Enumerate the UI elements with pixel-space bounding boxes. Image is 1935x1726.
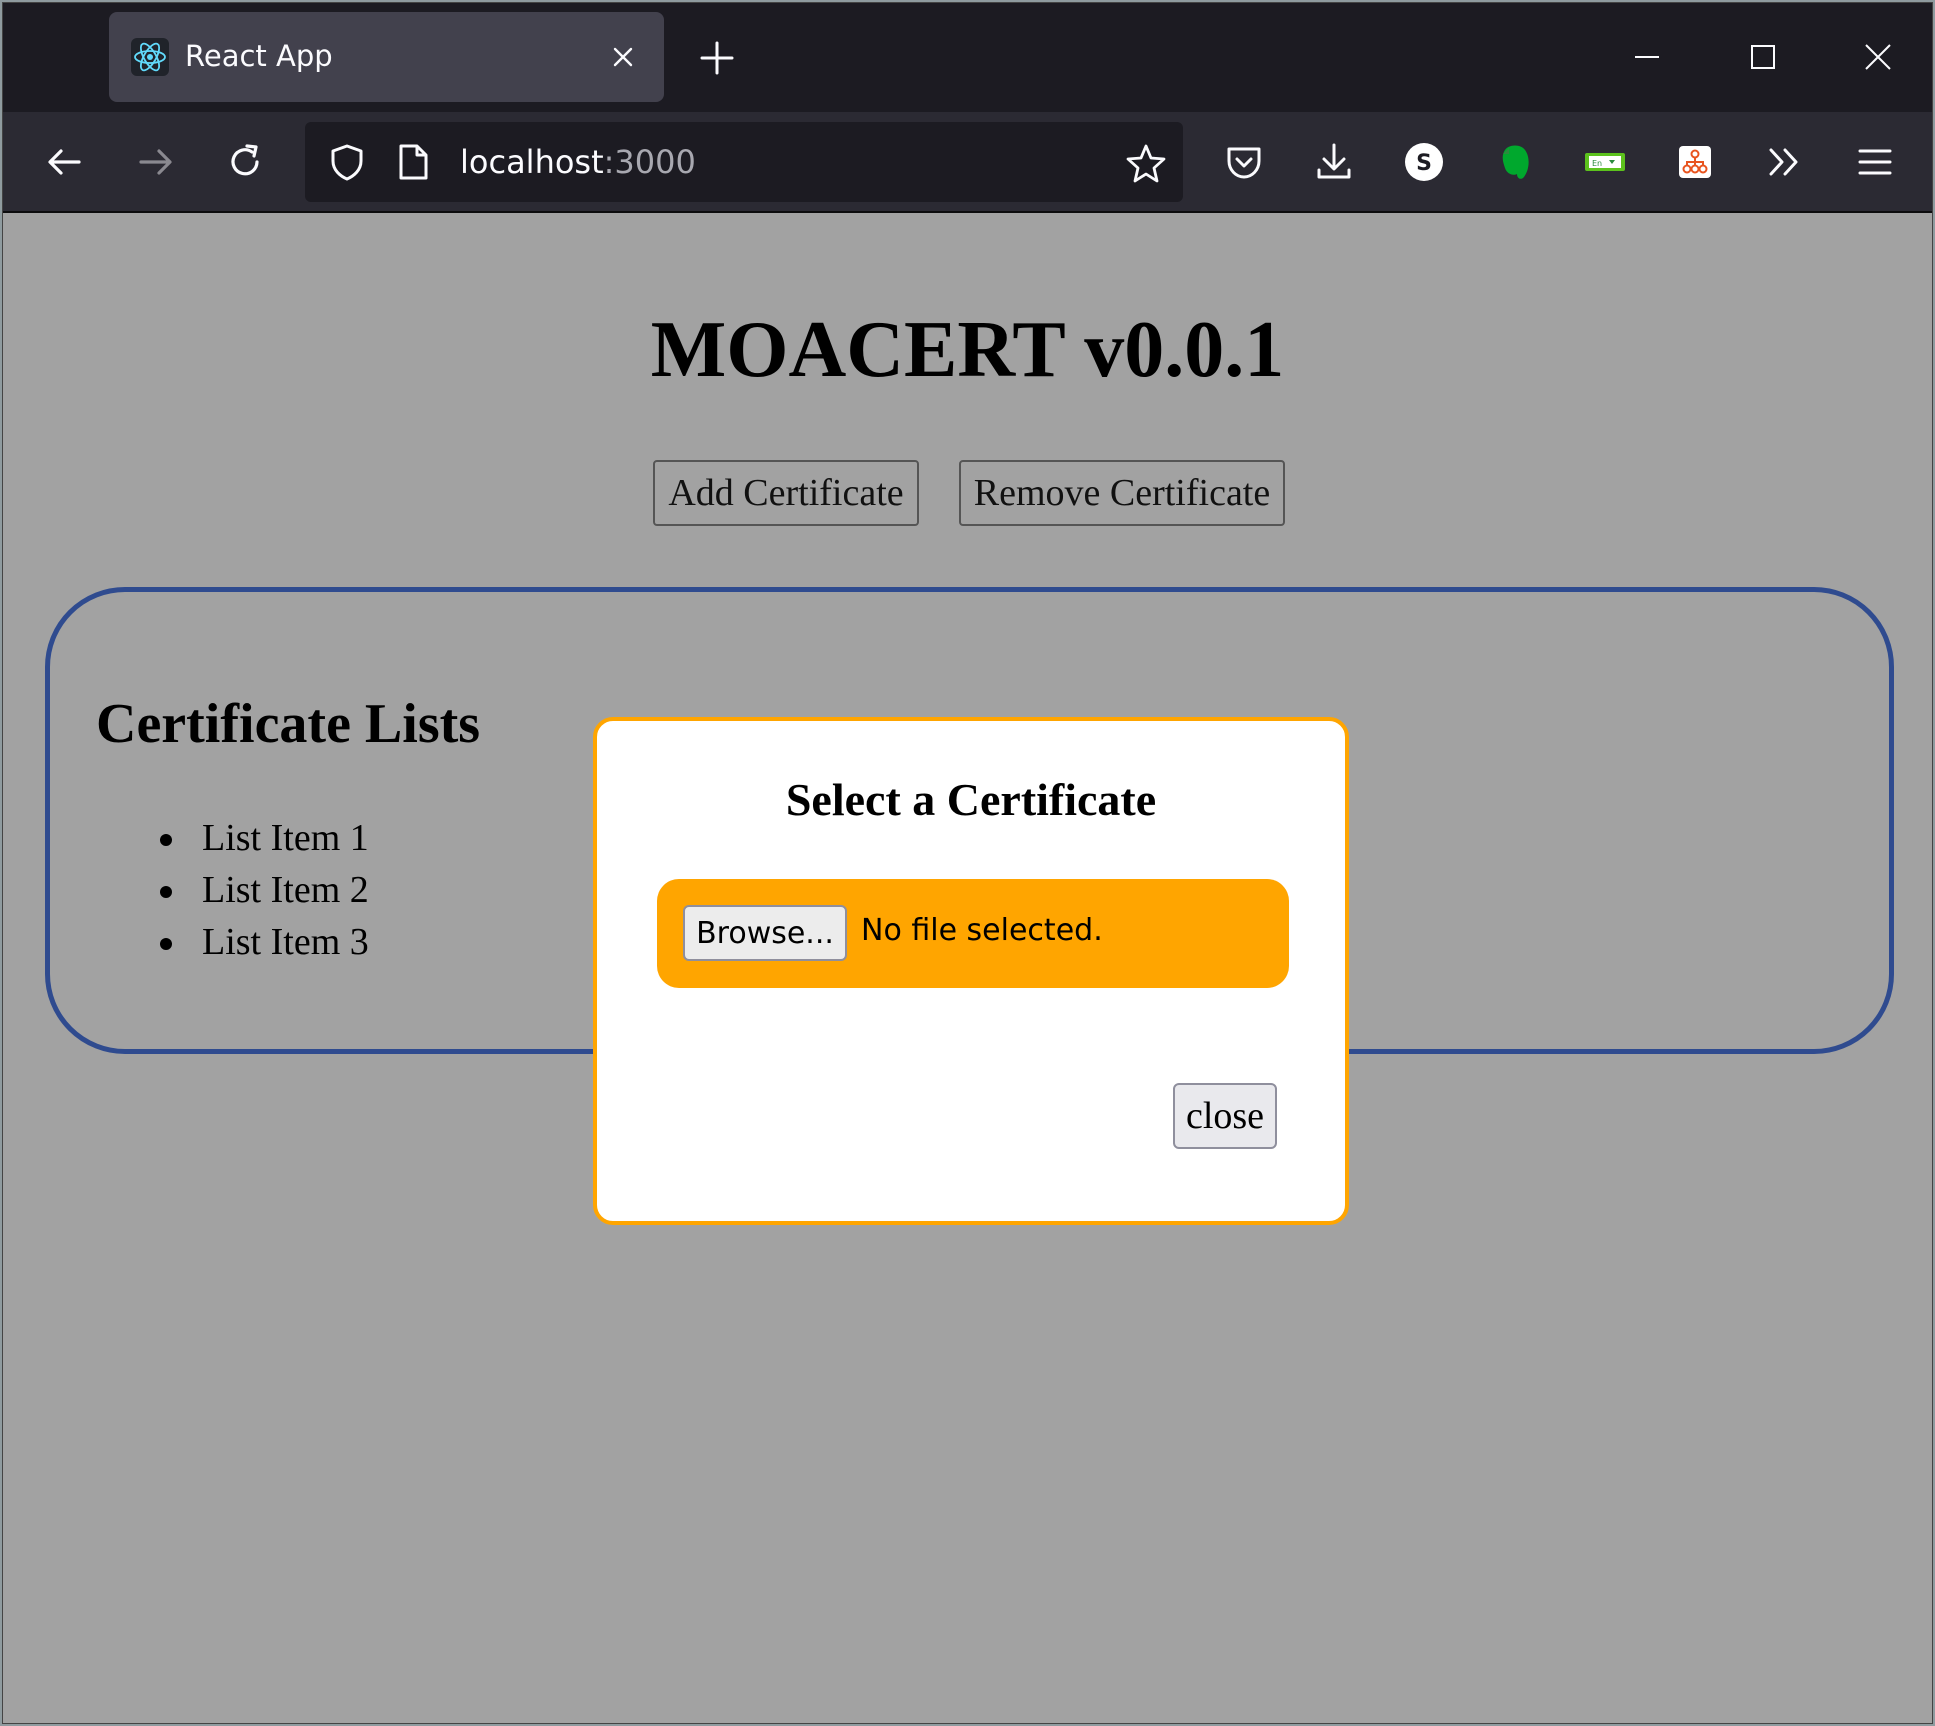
url-host: localhost (460, 143, 604, 181)
evernote-extension-icon[interactable] (1493, 140, 1537, 184)
hamburger-menu-icon[interactable] (1853, 140, 1897, 184)
url-text[interactable]: localhost:3000 (460, 143, 696, 181)
tab-react-app[interactable]: React App (109, 12, 664, 102)
select-certificate-modal: Select a Certificate Browse... No file s… (593, 717, 1349, 1225)
tab-bar: React App (3, 3, 1932, 112)
skype-extension-icon[interactable]: S (1402, 140, 1446, 184)
list-item: List Item 2 (160, 864, 369, 916)
bookmark-star-icon[interactable] (1125, 142, 1167, 184)
shield-icon[interactable] (327, 142, 367, 182)
navigation-toolbar: localhost:3000 S En (3, 112, 1932, 213)
list-item: List Item 3 (160, 916, 369, 968)
file-input-container: Browse... No file selected. (657, 879, 1289, 988)
new-tab-icon[interactable] (698, 39, 736, 77)
react-icon (131, 38, 169, 76)
window-close-icon[interactable] (1858, 37, 1898, 77)
reload-icon[interactable] (223, 140, 267, 184)
modal-title: Select a Certificate (785, 774, 1157, 825)
file-status-text: No file selected. (861, 913, 1103, 948)
url-port: :3000 (603, 143, 696, 181)
browse-button[interactable]: Browse... (683, 905, 847, 961)
tab-title: React App (185, 39, 333, 73)
page-content: MOACERT v0.0.1 Add Certificate Remove Ce… (3, 215, 1932, 1723)
forward-arrow-icon[interactable] (133, 140, 177, 184)
back-arrow-icon[interactable] (43, 140, 87, 184)
language-extension-icon[interactable]: En (1583, 140, 1627, 184)
certificate-list-heading: Certificate Lists (96, 693, 481, 755)
browser-window: React App localhost:3000 S En MOACERT v0… (2, 2, 1933, 1724)
minimize-icon[interactable] (1627, 37, 1667, 77)
tab-close-icon[interactable] (608, 42, 638, 72)
pocket-icon[interactable] (1222, 140, 1266, 184)
add-certificate-button[interactable]: Add Certificate (653, 460, 919, 526)
overflow-chevrons-icon[interactable] (1763, 140, 1807, 184)
certificate-list: List Item 1 List Item 2 List Item 3 (160, 812, 369, 968)
sitemap-extension-icon[interactable] (1673, 140, 1717, 184)
list-item: List Item 1 (160, 812, 369, 864)
svg-text:S: S (1416, 151, 1432, 176)
download-icon[interactable] (1312, 140, 1356, 184)
close-button[interactable]: close (1173, 1083, 1277, 1149)
svg-text:En: En (1592, 159, 1602, 168)
maximize-icon[interactable] (1743, 37, 1783, 77)
page-icon[interactable] (395, 142, 431, 182)
remove-certificate-button[interactable]: Remove Certificate (959, 460, 1285, 526)
page-title: MOACERT v0.0.1 (650, 306, 1285, 394)
address-bar[interactable]: localhost:3000 (305, 122, 1183, 202)
